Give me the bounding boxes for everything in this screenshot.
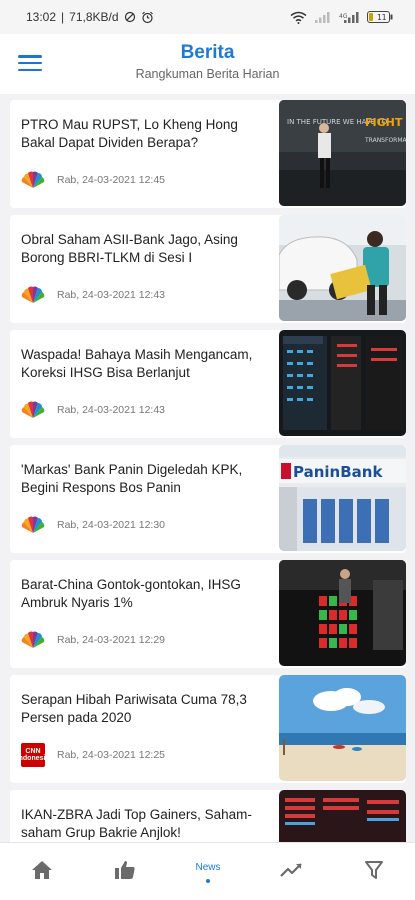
news-title[interactable]: Obral Saham ASII-Bank Jago, Asing Borong… <box>21 231 271 267</box>
bottom-nav: News <box>0 842 415 900</box>
cnbc-peacock-icon <box>21 513 45 537</box>
nav-like[interactable] <box>90 843 160 900</box>
news-card[interactable]: Obral Saham ASII-Bank Jago, Asing Borong… <box>10 215 406 323</box>
news-title[interactable]: 'Markas' Bank Panin Digeledah KPK, Begin… <box>21 461 271 497</box>
news-thumbnail[interactable]: IN THE FUTURE WE HAVE TO FIGHT FO TRANSF… <box>279 100 406 206</box>
news-meta: Rab, 24-03-2021 12:29 <box>21 628 165 652</box>
status-left: 13:02 | 71,8KB/d <box>26 10 154 24</box>
nav-chart[interactable] <box>256 843 326 900</box>
nav-news[interactable]: News <box>173 843 243 900</box>
home-icon <box>31 860 53 885</box>
news-card[interactable]: Serapan Hibah Pariwisata Cuma 78,3 Perse… <box>10 675 406 783</box>
news-date: Rab, 24-03-2021 12:45 <box>57 174 165 186</box>
page-title: Berita <box>180 42 235 63</box>
cnn-icon: CNN Indonesia <box>17 743 49 767</box>
filter-icon <box>365 860 383 884</box>
news-title[interactable]: Barat-China Gontok-gontokan, IHSG Ambruk… <box>21 576 271 612</box>
status-speed: 71,8KB/d <box>69 10 119 24</box>
news-title[interactable]: PTRO Mau RUPST, Lo Kheng Hong Bakal Dapa… <box>21 116 271 152</box>
news-thumbnail[interactable] <box>279 330 406 436</box>
news-card[interactable]: PTRO Mau RUPST, Lo Kheng Hong Bakal Dapa… <box>10 100 406 208</box>
signal-icon <box>315 11 331 23</box>
news-thumbnail[interactable] <box>279 675 406 781</box>
news-thumbnail[interactable] <box>279 215 406 321</box>
trend-icon <box>280 862 302 883</box>
cnbc-peacock-icon <box>21 628 45 652</box>
status-time: 13:02 <box>26 10 57 24</box>
news-date: Rab, 24-03-2021 12:25 <box>57 749 165 761</box>
news-card[interactable]: 'Markas' Bank Panin Digeledah KPK, Begin… <box>10 445 406 553</box>
news-thumbnail[interactable] <box>279 560 406 666</box>
panin-bank-sign: PaninBank <box>293 463 383 481</box>
signal-2-icon: 4G <box>339 11 359 23</box>
svg-text:FIGHT FO: FIGHT FO <box>365 116 406 129</box>
dnd-icon <box>124 11 136 23</box>
news-meta: Rab, 24-03-2021 12:43 <box>21 398 165 422</box>
news-thumbnail[interactable]: PaninBank <box>279 445 406 551</box>
news-meta: Rab, 24-03-2021 12:43 <box>21 283 165 307</box>
news-date: Rab, 24-03-2021 12:43 <box>57 289 165 301</box>
news-thumbnail[interactable] <box>279 790 406 842</box>
svg-text:TRANSFORMATION: TRANSFORMATION <box>364 137 406 144</box>
news-title[interactable]: Waspada! Bahaya Masih Mengancam, Koreksi… <box>21 346 271 382</box>
wifi-icon <box>290 11 307 24</box>
news-list[interactable]: PTRO Mau RUPST, Lo Kheng Hong Bakal Dapa… <box>0 96 415 842</box>
cnbc-peacock-icon <box>21 283 45 307</box>
news-meta: Rab, 24-03-2021 12:30 <box>21 513 165 537</box>
news-card[interactable]: IKAN-ZBRA Jadi Top Gainers, Saham-saham … <box>10 790 406 842</box>
nav-home[interactable] <box>7 843 77 900</box>
battery-icon: 11 <box>367 11 393 23</box>
app-header: Berita Rangkuman Berita Harian <box>0 34 415 94</box>
active-indicator <box>206 878 210 883</box>
news-card[interactable]: Waspada! Bahaya Masih Mengancam, Koreksi… <box>10 330 406 438</box>
news-date: Rab, 24-03-2021 12:43 <box>57 404 165 416</box>
cnn-logo: CNN Indonesia <box>17 743 49 767</box>
news-meta: CNN Indonesia Rab, 24-03-2021 12:25 <box>17 743 165 767</box>
cnbc-peacock-icon <box>21 168 45 192</box>
status-right: 4G 11 <box>290 11 393 24</box>
news-card[interactable]: Barat-China Gontok-gontokan, IHSG Ambruk… <box>10 560 406 668</box>
status-bar: 13:02 | 71,8KB/d 4G 11 <box>0 0 415 34</box>
alarm-icon <box>141 11 154 24</box>
status-separator: | <box>61 10 65 24</box>
thumbs-up-icon <box>114 860 136 885</box>
nav-news-label: News <box>195 861 221 873</box>
page-subtitle: Rangkuman Berita Harian <box>135 67 280 81</box>
news-title[interactable]: Serapan Hibah Pariwisata Cuma 78,3 Perse… <box>21 691 271 727</box>
news-date: Rab, 24-03-2021 12:29 <box>57 634 165 646</box>
news-title[interactable]: IKAN-ZBRA Jadi Top Gainers, Saham-saham … <box>21 806 271 842</box>
cnbc-peacock-icon <box>21 398 45 422</box>
battery-level: 11 <box>377 13 387 22</box>
nav-filter[interactable] <box>339 843 409 900</box>
svg-text:4G: 4G <box>339 13 348 20</box>
news-meta: Rab, 24-03-2021 12:45 <box>21 168 165 192</box>
news-date: Rab, 24-03-2021 12:30 <box>57 519 165 531</box>
